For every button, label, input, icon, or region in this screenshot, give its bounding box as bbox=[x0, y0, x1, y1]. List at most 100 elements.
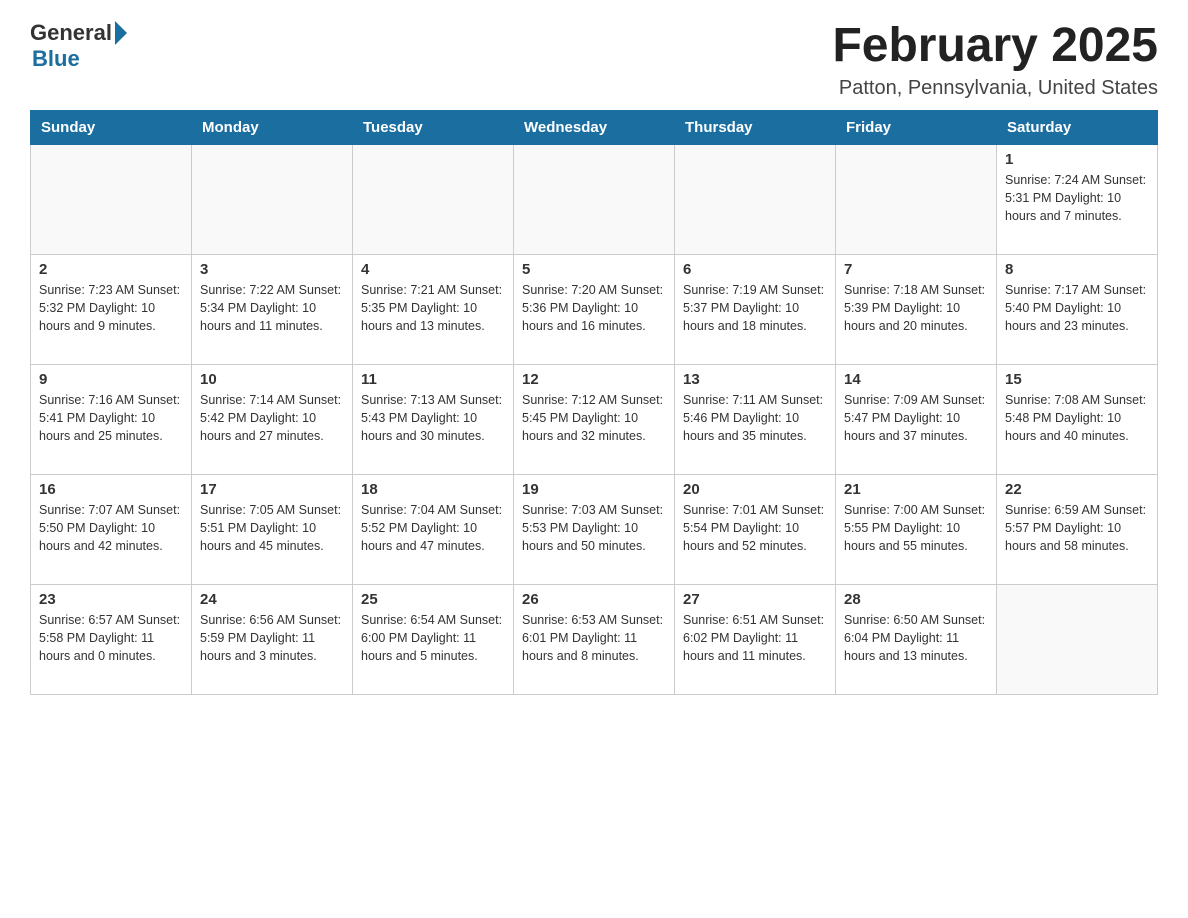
calendar-cell: 18 Sunrise: 7:04 AM Sunset: 5:52 PM Dayli… bbox=[353, 474, 514, 584]
calendar-cell: 4 Sunrise: 7:21 AM Sunset: 5:35 PM Daylig… bbox=[353, 254, 514, 364]
calendar-week-row: 2 Sunrise: 7:23 AM Sunset: 5:32 PM Daylig… bbox=[31, 254, 1158, 364]
calendar-cell bbox=[997, 584, 1158, 694]
day-info: Sunrise: 6:59 AM Sunset: 5:57 PM Dayligh… bbox=[1005, 501, 1149, 555]
day-number: 8 bbox=[1005, 261, 1149, 278]
day-number: 20 bbox=[683, 481, 827, 498]
calendar-week-row: 23 Sunrise: 6:57 AM Sunset: 5:58 PM Dayli… bbox=[31, 584, 1158, 694]
logo-blue-text: Blue bbox=[32, 46, 80, 71]
calendar-cell: 21Sunrise: 7:00 AM Sunset: 5:55 PM Dayli… bbox=[836, 474, 997, 584]
day-info: Sunrise: 7:23 AM Sunset: 5:32 PM Dayligh… bbox=[39, 281, 183, 335]
logo-general-text: General bbox=[30, 20, 112, 46]
day-number: 28 bbox=[844, 591, 988, 608]
day-info: Sunrise: 7:03 AM Sunset: 5:53 PM Dayligh… bbox=[522, 501, 666, 555]
column-header-thursday: Thursday bbox=[675, 110, 836, 144]
calendar-cell: 28 Sunrise: 6:50 AM Sunset: 6:04 PM Dayli… bbox=[836, 584, 997, 694]
column-header-monday: Monday bbox=[192, 110, 353, 144]
day-number: 19 bbox=[522, 481, 666, 498]
calendar-cell: 14 Sunrise: 7:09 AM Sunset: 5:47 PM Dayli… bbox=[836, 364, 997, 474]
calendar-cell bbox=[836, 144, 997, 254]
calendar-cell: 13 Sunrise: 7:11 AM Sunset: 5:46 PM Dayli… bbox=[675, 364, 836, 474]
day-number: 23 bbox=[39, 591, 183, 608]
day-number: 16 bbox=[39, 481, 183, 498]
day-info: Sunrise: 7:05 AM Sunset: 5:51 PM Dayligh… bbox=[200, 501, 344, 555]
day-number: 4 bbox=[361, 261, 505, 278]
calendar-week-row: 9Sunrise: 7:16 AM Sunset: 5:41 PM Daylig… bbox=[31, 364, 1158, 474]
day-info: Sunrise: 6:57 AM Sunset: 5:58 PM Dayligh… bbox=[39, 611, 183, 665]
calendar-cell: 7 Sunrise: 7:18 AM Sunset: 5:39 PM Daylig… bbox=[836, 254, 997, 364]
day-number: 24 bbox=[200, 591, 344, 608]
logo-arrow-icon bbox=[115, 21, 127, 45]
day-info: Sunrise: 6:53 AM Sunset: 6:01 PM Dayligh… bbox=[522, 611, 666, 665]
column-header-friday: Friday bbox=[836, 110, 997, 144]
day-number: 7 bbox=[844, 261, 988, 278]
day-info: Sunrise: 7:20 AM Sunset: 5:36 PM Dayligh… bbox=[522, 281, 666, 335]
day-number: 9 bbox=[39, 371, 183, 388]
day-info: Sunrise: 6:56 AM Sunset: 5:59 PM Dayligh… bbox=[200, 611, 344, 665]
column-header-tuesday: Tuesday bbox=[353, 110, 514, 144]
day-number: 1 bbox=[1005, 151, 1149, 168]
day-number: 26 bbox=[522, 591, 666, 608]
month-title: February 2025 bbox=[832, 20, 1158, 73]
page-header: General Blue February 2025 Patton, Penns… bbox=[30, 20, 1158, 100]
day-number: 18 bbox=[361, 481, 505, 498]
title-area: February 2025 Patton, Pennsylvania, Unit… bbox=[832, 20, 1158, 100]
calendar-cell: 12 Sunrise: 7:12 AM Sunset: 5:45 PM Dayli… bbox=[514, 364, 675, 474]
calendar-cell: 27Sunrise: 6:51 AM Sunset: 6:02 PM Dayli… bbox=[675, 584, 836, 694]
day-info: Sunrise: 7:19 AM Sunset: 5:37 PM Dayligh… bbox=[683, 281, 827, 335]
calendar-cell: 1 Sunrise: 7:24 AM Sunset: 5:31 PM Daylig… bbox=[997, 144, 1158, 254]
calendar-cell: 20 Sunrise: 7:01 AM Sunset: 5:54 PM Dayli… bbox=[675, 474, 836, 584]
calendar-cell: 24 Sunrise: 6:56 AM Sunset: 5:59 PM Dayli… bbox=[192, 584, 353, 694]
calendar-cell bbox=[353, 144, 514, 254]
calendar-cell bbox=[31, 144, 192, 254]
day-info: Sunrise: 7:01 AM Sunset: 5:54 PM Dayligh… bbox=[683, 501, 827, 555]
day-number: 17 bbox=[200, 481, 344, 498]
day-info: Sunrise: 6:50 AM Sunset: 6:04 PM Dayligh… bbox=[844, 611, 988, 665]
day-info: Sunrise: 7:11 AM Sunset: 5:46 PM Dayligh… bbox=[683, 391, 827, 445]
calendar-cell: 8 Sunrise: 7:17 AM Sunset: 5:40 PM Daylig… bbox=[997, 254, 1158, 364]
calendar-table: SundayMondayTuesdayWednesdayThursdayFrid… bbox=[30, 110, 1158, 695]
day-number: 22 bbox=[1005, 481, 1149, 498]
day-number: 3 bbox=[200, 261, 344, 278]
calendar-week-row: 1 Sunrise: 7:24 AM Sunset: 5:31 PM Daylig… bbox=[31, 144, 1158, 254]
logo: General Blue bbox=[30, 20, 129, 72]
calendar-cell bbox=[675, 144, 836, 254]
calendar-week-row: 16Sunrise: 7:07 AM Sunset: 5:50 PM Dayli… bbox=[31, 474, 1158, 584]
calendar-cell: 15Sunrise: 7:08 AM Sunset: 5:48 PM Dayli… bbox=[997, 364, 1158, 474]
day-info: Sunrise: 7:14 AM Sunset: 5:42 PM Dayligh… bbox=[200, 391, 344, 445]
day-number: 10 bbox=[200, 371, 344, 388]
day-info: Sunrise: 6:54 AM Sunset: 6:00 PM Dayligh… bbox=[361, 611, 505, 665]
calendar-cell: 17 Sunrise: 7:05 AM Sunset: 5:51 PM Dayli… bbox=[192, 474, 353, 584]
calendar-cell: 26 Sunrise: 6:53 AM Sunset: 6:01 PM Dayli… bbox=[514, 584, 675, 694]
calendar-cell: 6 Sunrise: 7:19 AM Sunset: 5:37 PM Daylig… bbox=[675, 254, 836, 364]
day-number: 25 bbox=[361, 591, 505, 608]
day-number: 2 bbox=[39, 261, 183, 278]
calendar-header-row: SundayMondayTuesdayWednesdayThursdayFrid… bbox=[31, 110, 1158, 144]
day-info: Sunrise: 7:13 AM Sunset: 5:43 PM Dayligh… bbox=[361, 391, 505, 445]
day-number: 12 bbox=[522, 371, 666, 388]
day-info: Sunrise: 7:09 AM Sunset: 5:47 PM Dayligh… bbox=[844, 391, 988, 445]
day-number: 6 bbox=[683, 261, 827, 278]
day-number: 21 bbox=[844, 481, 988, 498]
calendar-cell: 2 Sunrise: 7:23 AM Sunset: 5:32 PM Daylig… bbox=[31, 254, 192, 364]
calendar-cell: 11Sunrise: 7:13 AM Sunset: 5:43 PM Dayli… bbox=[353, 364, 514, 474]
day-info: Sunrise: 7:24 AM Sunset: 5:31 PM Dayligh… bbox=[1005, 171, 1149, 225]
day-info: Sunrise: 7:22 AM Sunset: 5:34 PM Dayligh… bbox=[200, 281, 344, 335]
day-number: 5 bbox=[522, 261, 666, 278]
day-info: Sunrise: 7:08 AM Sunset: 5:48 PM Dayligh… bbox=[1005, 391, 1149, 445]
day-number: 27 bbox=[683, 591, 827, 608]
day-info: Sunrise: 7:17 AM Sunset: 5:40 PM Dayligh… bbox=[1005, 281, 1149, 335]
column-header-saturday: Saturday bbox=[997, 110, 1158, 144]
day-info: Sunrise: 7:18 AM Sunset: 5:39 PM Dayligh… bbox=[844, 281, 988, 335]
day-info: Sunrise: 7:12 AM Sunset: 5:45 PM Dayligh… bbox=[522, 391, 666, 445]
column-header-sunday: Sunday bbox=[31, 110, 192, 144]
calendar-cell: 22 Sunrise: 6:59 AM Sunset: 5:57 PM Dayli… bbox=[997, 474, 1158, 584]
calendar-cell: 3 Sunrise: 7:22 AM Sunset: 5:34 PM Daylig… bbox=[192, 254, 353, 364]
day-info: Sunrise: 7:04 AM Sunset: 5:52 PM Dayligh… bbox=[361, 501, 505, 555]
day-info: Sunrise: 7:21 AM Sunset: 5:35 PM Dayligh… bbox=[361, 281, 505, 335]
day-number: 13 bbox=[683, 371, 827, 388]
calendar-cell: 16Sunrise: 7:07 AM Sunset: 5:50 PM Dayli… bbox=[31, 474, 192, 584]
day-number: 14 bbox=[844, 371, 988, 388]
calendar-cell: 25 Sunrise: 6:54 AM Sunset: 6:00 PM Dayli… bbox=[353, 584, 514, 694]
location-subtitle: Patton, Pennsylvania, United States bbox=[832, 77, 1158, 100]
calendar-cell: 19 Sunrise: 7:03 AM Sunset: 5:53 PM Dayli… bbox=[514, 474, 675, 584]
